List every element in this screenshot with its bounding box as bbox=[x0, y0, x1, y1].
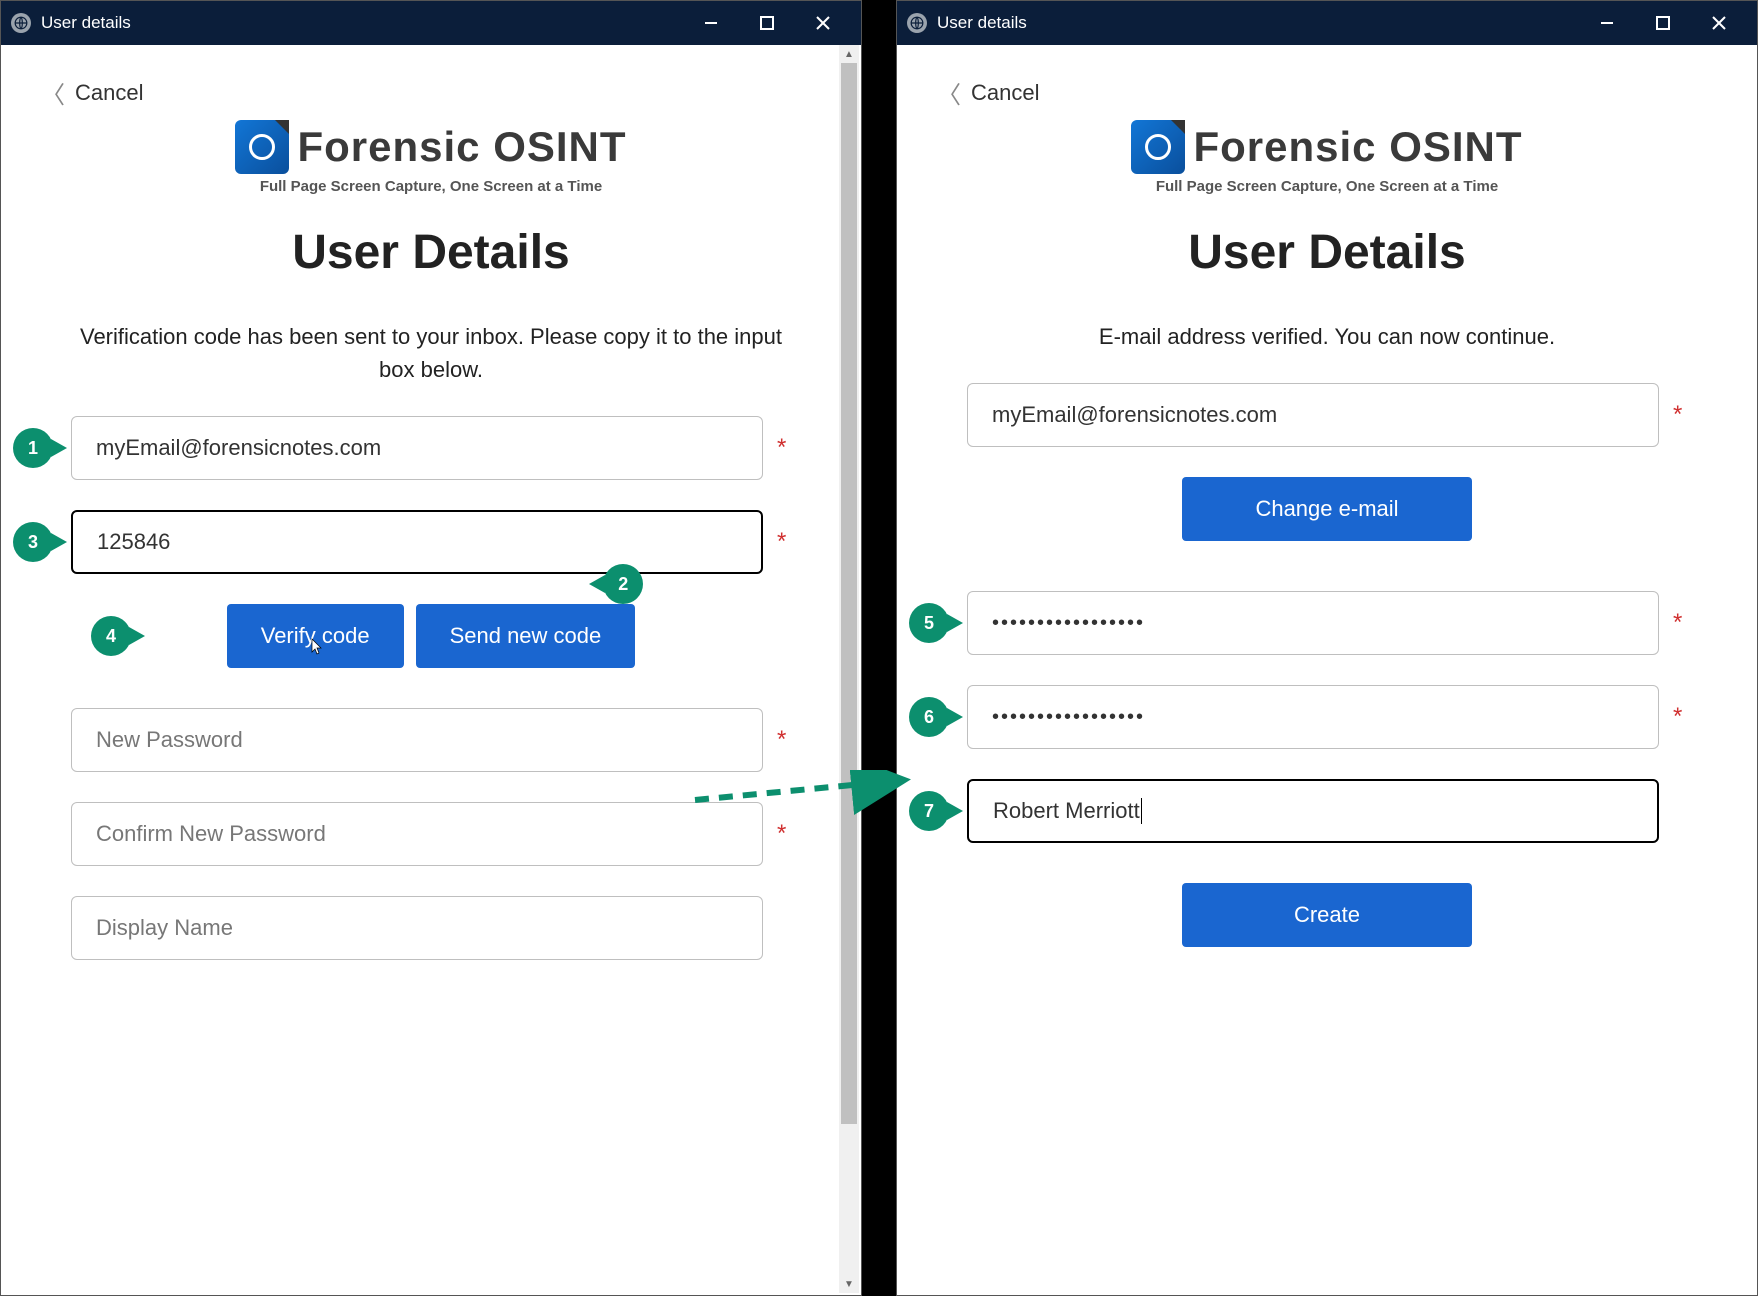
display-name-input[interactable] bbox=[71, 896, 763, 960]
required-mark: * bbox=[777, 726, 791, 754]
instruction-text: Verification code has been sent to your … bbox=[71, 320, 791, 386]
instruction-text: E-mail address verified. You can now con… bbox=[967, 320, 1687, 353]
confirm-password-input[interactable] bbox=[71, 802, 763, 866]
cancel-label: Cancel bbox=[971, 80, 1039, 106]
window-right: User details 〈 Cancel Forensic OSINT Ful… bbox=[896, 0, 1758, 1296]
create-button[interactable]: Create bbox=[1182, 883, 1472, 947]
required-mark: * bbox=[777, 528, 791, 556]
new-password-input[interactable]: ••••••••••••••••• bbox=[967, 591, 1659, 655]
new-password-input[interactable] bbox=[71, 708, 763, 772]
logo-mark-icon bbox=[235, 120, 289, 174]
cursor-icon bbox=[309, 637, 325, 662]
brand-tagline: Full Page Screen Capture, One Screen at … bbox=[1156, 178, 1498, 195]
window-title: User details bbox=[937, 13, 1027, 33]
cancel-label: Cancel bbox=[75, 80, 143, 106]
required-mark: * bbox=[777, 434, 791, 462]
globe-icon bbox=[11, 13, 31, 33]
change-email-button[interactable]: Change e-mail bbox=[1182, 477, 1472, 541]
brand-name: Forensic OSINT bbox=[1193, 123, 1522, 171]
callout-6: 6 bbox=[909, 697, 949, 737]
callout-1: 1 bbox=[13, 428, 53, 468]
display-name-value: Robert Merriott bbox=[993, 798, 1140, 824]
window-title: User details bbox=[41, 13, 131, 33]
send-new-code-label: Send new code bbox=[450, 623, 602, 649]
globe-icon bbox=[907, 13, 927, 33]
text-caret-icon bbox=[1141, 798, 1142, 824]
content-right: 〈 Cancel Forensic OSINT Full Page Screen… bbox=[897, 45, 1757, 1295]
required-mark: * bbox=[1673, 703, 1687, 731]
titlebar: User details bbox=[1, 1, 861, 45]
send-new-code-button[interactable]: Send new code bbox=[416, 604, 636, 668]
window-left: User details ▲ ▼ 〈 Cancel Forensic OSINT… bbox=[0, 0, 862, 1296]
callout-2: 2 bbox=[603, 564, 643, 604]
email-input[interactable] bbox=[967, 383, 1659, 447]
close-button[interactable] bbox=[1691, 1, 1747, 45]
required-mark: * bbox=[1673, 609, 1687, 637]
verify-code-button[interactable]: Verify code bbox=[227, 604, 404, 668]
required-mark: * bbox=[777, 820, 791, 848]
maximize-button[interactable] bbox=[1635, 1, 1691, 45]
brand-tagline: Full Page Screen Capture, One Screen at … bbox=[260, 178, 602, 195]
content-left: 〈 Cancel Forensic OSINT Full Page Screen… bbox=[1, 45, 861, 1295]
minimize-button[interactable] bbox=[683, 1, 739, 45]
page-title: User Details bbox=[71, 225, 791, 280]
code-input[interactable] bbox=[71, 510, 763, 574]
logo-mark-icon bbox=[1131, 120, 1185, 174]
callout-4: 4 bbox=[91, 616, 131, 656]
create-label: Create bbox=[1294, 902, 1360, 928]
change-email-label: Change e-mail bbox=[1255, 496, 1398, 522]
callout-5: 5 bbox=[909, 603, 949, 643]
callout-3: 3 bbox=[13, 522, 53, 562]
brand-name: Forensic OSINT bbox=[297, 123, 626, 171]
brand-logo: Forensic OSINT Full Page Screen Capture,… bbox=[967, 120, 1687, 195]
close-button[interactable] bbox=[795, 1, 851, 45]
titlebar: User details bbox=[897, 1, 1757, 45]
confirm-password-input[interactable]: ••••••••••••••••• bbox=[967, 685, 1659, 749]
required-mark: * bbox=[1673, 401, 1687, 429]
minimize-button[interactable] bbox=[1579, 1, 1635, 45]
back-button[interactable]: 〈 Cancel bbox=[937, 75, 1687, 110]
maximize-button[interactable] bbox=[739, 1, 795, 45]
display-name-input[interactable]: Robert Merriott bbox=[967, 779, 1659, 843]
back-button[interactable]: 〈 Cancel bbox=[41, 75, 791, 110]
page-title: User Details bbox=[967, 225, 1687, 280]
email-input[interactable] bbox=[71, 416, 763, 480]
chevron-left-icon: 〈 bbox=[41, 75, 65, 110]
callout-7: 7 bbox=[909, 791, 949, 831]
chevron-left-icon: 〈 bbox=[937, 75, 961, 110]
brand-logo: Forensic OSINT Full Page Screen Capture,… bbox=[71, 120, 791, 195]
